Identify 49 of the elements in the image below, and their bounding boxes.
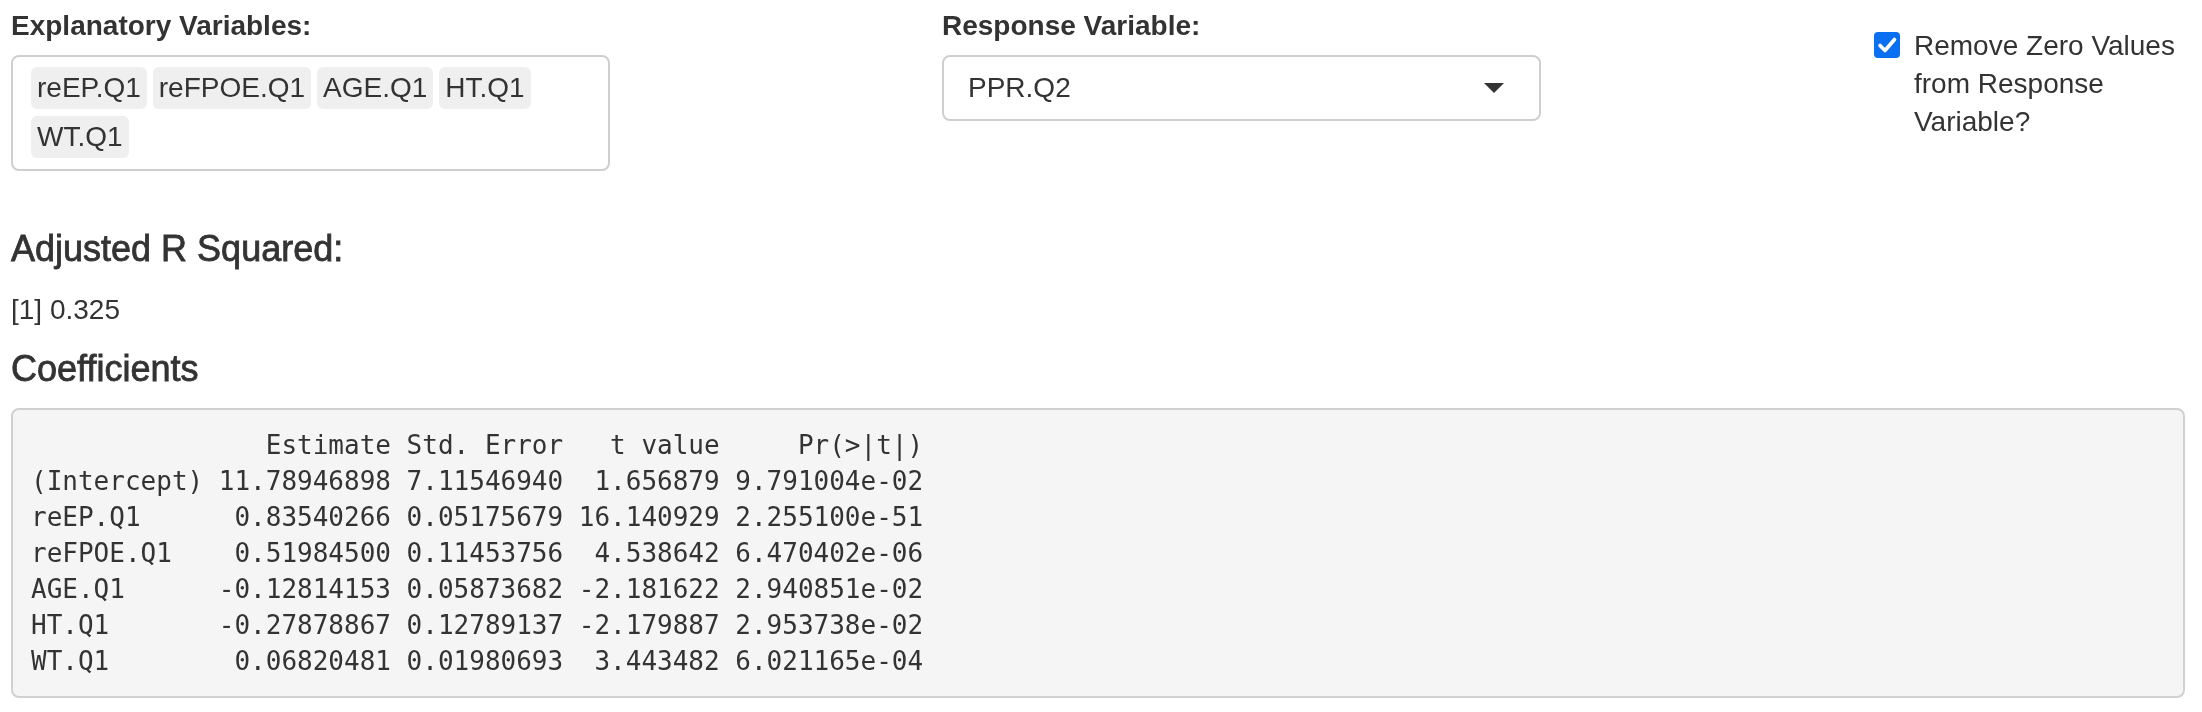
row-name: (Intercept) xyxy=(31,465,204,498)
table-cell-text: 6.470402e-06 xyxy=(735,537,924,570)
caret-icon xyxy=(1484,83,1504,93)
row-name: reFPOE.Q1 xyxy=(31,537,172,570)
table-cell-text: -0.12814153 xyxy=(218,573,391,606)
table-cell-text: 0.83540266 xyxy=(234,501,391,534)
table-cell-text: 2.953738e-02 xyxy=(735,609,924,642)
field-label: Response Variable: xyxy=(942,9,1201,43)
multi-select-field[interactable]: reEP.Q1 reFPOE.Q1 AGE.Q1 HT.Q1 WT.Q1 xyxy=(11,55,610,171)
variable-tag[interactable]: HT.Q1 xyxy=(439,67,531,109)
variable-tag[interactable]: WT.Q1 xyxy=(31,116,129,158)
section-heading: Coefficients xyxy=(11,349,199,389)
variable-tag[interactable]: AGE.Q1 xyxy=(317,67,434,109)
checkbox[interactable] xyxy=(1874,32,1900,58)
table-cell-text: 0.05175679 xyxy=(406,501,564,534)
table-cell-text: 2.940851e-02 xyxy=(735,573,924,606)
variable-tag[interactable]: reFPOE.Q1 xyxy=(152,67,312,109)
table-cell-text: 6.021165e-04 xyxy=(735,645,924,678)
table-cell-text: 3.443482 xyxy=(594,645,720,678)
table-cell-text: 11.78946898 xyxy=(218,465,391,498)
table-cell-text: 0.11453756 xyxy=(406,537,564,570)
field-label: Explanatory Variables: xyxy=(11,9,312,43)
table-cell-text: -2.181622 xyxy=(578,573,720,606)
table-cell-text: 0.05873682 xyxy=(406,573,564,606)
column-header: Pr(>|t|) xyxy=(797,429,924,463)
section-heading: Adjusted R Squared: xyxy=(11,229,344,269)
table-cell-text: -0.27878867 xyxy=(218,609,391,642)
table-cell-text: -2.179887 xyxy=(578,609,720,642)
row-name: WT.Q1 xyxy=(31,645,110,678)
column-header: Std. Error xyxy=(406,429,564,462)
table-cell-text: 4.538642 xyxy=(594,537,720,570)
r-squared-output: [1] 0.325 xyxy=(11,293,120,327)
table-cell-text: 16.140929 xyxy=(578,501,720,534)
table-cell-text: 2.255100e-51 xyxy=(735,501,924,534)
column-header: t value xyxy=(610,429,720,462)
variable-tag[interactable]: reEP.Q1 xyxy=(31,67,147,109)
table-cell-text: 0.01980693 xyxy=(406,645,564,678)
row-name: AGE.Q1 xyxy=(31,573,125,606)
row-name: HT.Q1 xyxy=(31,609,110,642)
column-header: Estimate xyxy=(265,429,391,462)
row-name: reEP.Q1 xyxy=(31,501,141,534)
dropdown-select[interactable]: PPR.Q2 xyxy=(942,55,1541,121)
table-cell-text: 0.06820481 xyxy=(234,645,391,678)
table-cell-text: 7.11546940 xyxy=(406,465,564,498)
table-cell-text: 0.51984500 xyxy=(234,537,391,570)
table-cell-text: 0.12789137 xyxy=(406,609,564,642)
checkbox-label: Remove Zero Values from Response Variable? xyxy=(1914,29,2176,139)
table-cell-text: 1.656879 xyxy=(594,465,720,498)
table-cell-text: 9.791004e-02 xyxy=(735,465,924,498)
